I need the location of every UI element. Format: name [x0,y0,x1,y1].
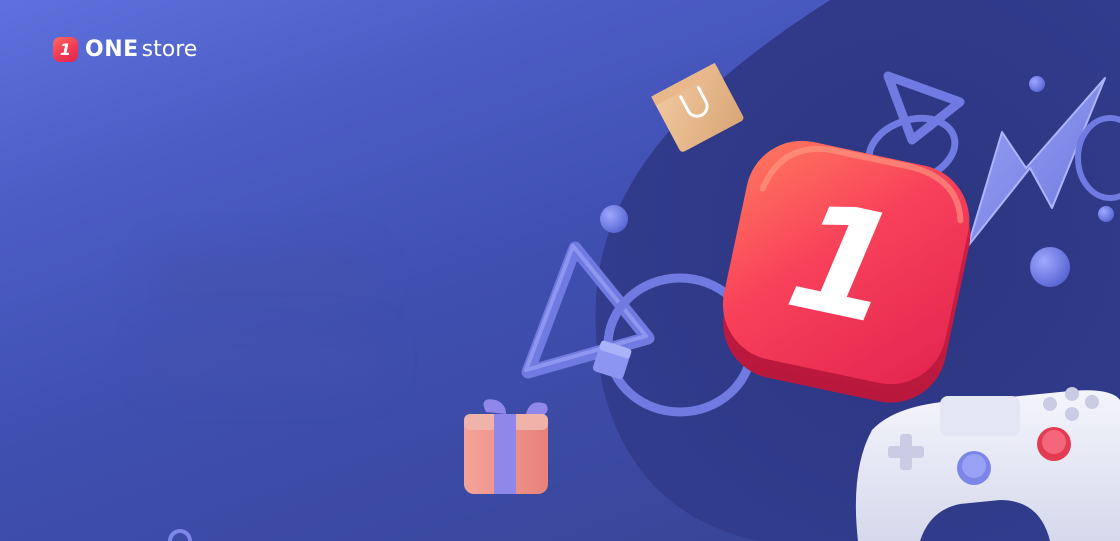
sphere-shape-icon [1030,247,1070,287]
shopping-bag-icon [651,62,744,152]
hero-illustration: 1 [168,62,1120,541]
ring-shape-icon [1075,115,1120,201]
onestore-badge-icon: 1 [722,140,971,403]
ring-shape-icon [168,529,192,541]
sphere-shape-icon [1029,76,1045,92]
game-controller-icon [855,387,1120,541]
gift-box-icon [464,399,548,494]
sphere-shape-icon [600,205,628,233]
lightning-bolt-icon [967,77,1106,247]
hero-banner: 1 ONE store 1 [0,0,1120,541]
sphere-shape-icon [1098,206,1114,222]
